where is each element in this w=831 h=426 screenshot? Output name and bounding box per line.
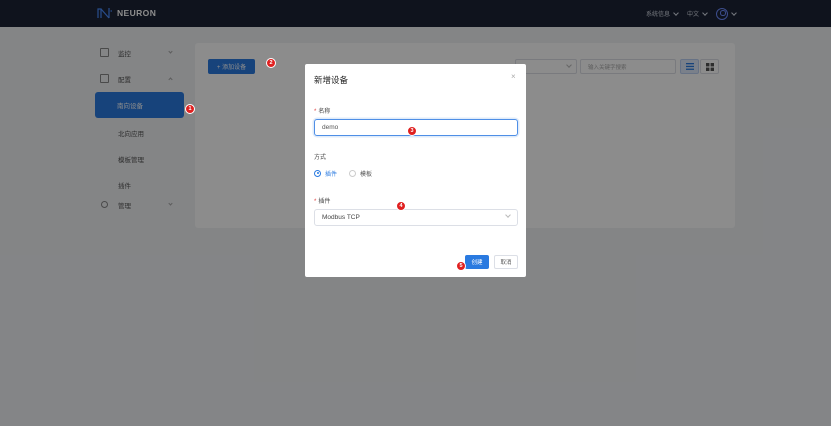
plugin-label-text: 插件 xyxy=(318,199,331,205)
close-icon[interactable]: × xyxy=(511,72,516,81)
radio-template-label[interactable]: 模板 xyxy=(360,169,372,178)
mode-radio-group: 插件 模板 xyxy=(314,168,384,178)
plugin-select[interactable]: Modbus TCP xyxy=(314,209,518,226)
step-marker: 2 xyxy=(266,58,276,68)
chevron-down-icon xyxy=(505,212,511,218)
name-field-label: * 名称 xyxy=(314,106,330,115)
name-input-value: demo xyxy=(322,124,339,131)
required-marker: * xyxy=(314,199,317,205)
modal-title: 新增设备 xyxy=(314,75,349,85)
radio-template[interactable] xyxy=(349,169,357,177)
step-marker: 3 xyxy=(407,126,417,136)
create-button[interactable]: 创建 xyxy=(465,255,489,269)
step-marker: 4 xyxy=(396,201,406,211)
add-device-modal: 新增设备 × * 名称 demo 方式 插件 模板 * 插件 Modbus TCP … xyxy=(305,64,526,277)
plugin-field-label: * 插件 xyxy=(314,196,330,205)
mode-field-label: 方式 xyxy=(314,155,327,161)
plugin-select-value: Modbus TCP xyxy=(322,214,360,221)
radio-plugin-label[interactable]: 插件 xyxy=(325,169,337,178)
radio-plugin[interactable] xyxy=(314,169,321,177)
required-marker: * xyxy=(314,109,317,115)
name-label-text: 名称 xyxy=(318,109,331,115)
cancel-button[interactable]: 取消 xyxy=(494,255,518,269)
step-marker: 1 xyxy=(185,104,195,114)
step-marker: 5 xyxy=(456,261,466,271)
